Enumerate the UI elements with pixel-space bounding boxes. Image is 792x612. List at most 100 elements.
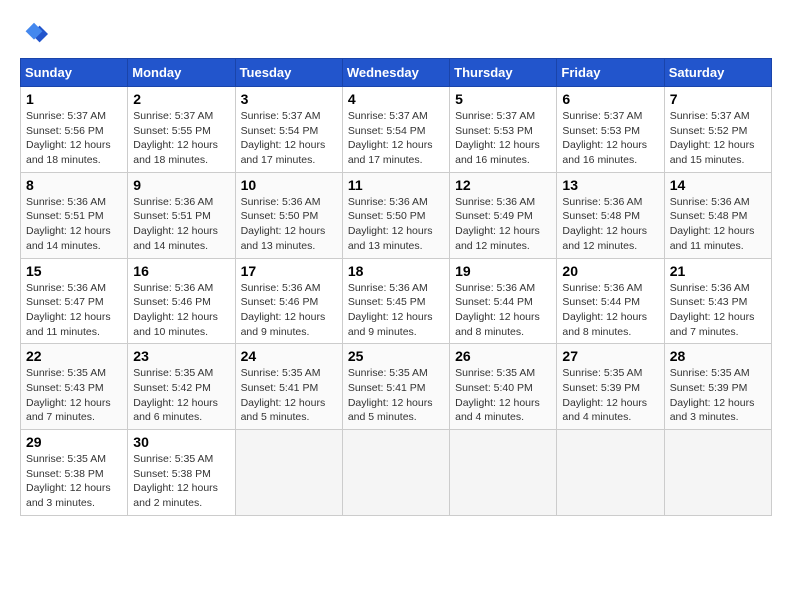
day-number: 1 bbox=[26, 91, 122, 107]
day-details: Sunrise: 5:36 AM Sunset: 5:50 PM Dayligh… bbox=[241, 195, 337, 254]
day-details: Sunrise: 5:37 AM Sunset: 5:53 PM Dayligh… bbox=[455, 109, 551, 168]
calendar-cell: 26 Sunrise: 5:35 AM Sunset: 5:40 PM Dayli… bbox=[450, 344, 557, 430]
week-row-1: 1 Sunrise: 5:37 AM Sunset: 5:56 PM Daylig… bbox=[21, 87, 772, 173]
col-header-sunday: Sunday bbox=[21, 59, 128, 87]
day-details: Sunrise: 5:35 AM Sunset: 5:38 PM Dayligh… bbox=[133, 452, 229, 511]
day-details: Sunrise: 5:35 AM Sunset: 5:39 PM Dayligh… bbox=[562, 366, 658, 425]
day-details: Sunrise: 5:36 AM Sunset: 5:44 PM Dayligh… bbox=[455, 281, 551, 340]
day-number: 2 bbox=[133, 91, 229, 107]
day-number: 22 bbox=[26, 348, 122, 364]
day-details: Sunrise: 5:36 AM Sunset: 5:46 PM Dayligh… bbox=[133, 281, 229, 340]
day-number: 16 bbox=[133, 263, 229, 279]
calendar-cell: 6 Sunrise: 5:37 AM Sunset: 5:53 PM Daylig… bbox=[557, 87, 664, 173]
col-header-tuesday: Tuesday bbox=[235, 59, 342, 87]
day-number: 3 bbox=[241, 91, 337, 107]
calendar-cell: 30 Sunrise: 5:35 AM Sunset: 5:38 PM Dayli… bbox=[128, 430, 235, 516]
calendar-cell bbox=[450, 430, 557, 516]
calendar-cell: 16 Sunrise: 5:36 AM Sunset: 5:46 PM Dayli… bbox=[128, 258, 235, 344]
calendar-cell: 23 Sunrise: 5:35 AM Sunset: 5:42 PM Dayli… bbox=[128, 344, 235, 430]
day-details: Sunrise: 5:35 AM Sunset: 5:41 PM Dayligh… bbox=[348, 366, 444, 425]
calendar-cell bbox=[664, 430, 771, 516]
day-number: 25 bbox=[348, 348, 444, 364]
day-details: Sunrise: 5:35 AM Sunset: 5:43 PM Dayligh… bbox=[26, 366, 122, 425]
logo bbox=[20, 20, 52, 48]
calendar-cell bbox=[342, 430, 449, 516]
calendar-cell: 11 Sunrise: 5:36 AM Sunset: 5:50 PM Dayli… bbox=[342, 172, 449, 258]
day-number: 4 bbox=[348, 91, 444, 107]
day-number: 18 bbox=[348, 263, 444, 279]
calendar-cell: 22 Sunrise: 5:35 AM Sunset: 5:43 PM Dayli… bbox=[21, 344, 128, 430]
day-details: Sunrise: 5:37 AM Sunset: 5:54 PM Dayligh… bbox=[348, 109, 444, 168]
day-details: Sunrise: 5:35 AM Sunset: 5:39 PM Dayligh… bbox=[670, 366, 766, 425]
calendar-cell: 10 Sunrise: 5:36 AM Sunset: 5:50 PM Dayli… bbox=[235, 172, 342, 258]
day-details: Sunrise: 5:37 AM Sunset: 5:52 PM Dayligh… bbox=[670, 109, 766, 168]
day-details: Sunrise: 5:37 AM Sunset: 5:53 PM Dayligh… bbox=[562, 109, 658, 168]
logo-icon bbox=[20, 20, 48, 48]
calendar-cell: 21 Sunrise: 5:36 AM Sunset: 5:43 PM Dayli… bbox=[664, 258, 771, 344]
day-details: Sunrise: 5:36 AM Sunset: 5:49 PM Dayligh… bbox=[455, 195, 551, 254]
day-number: 23 bbox=[133, 348, 229, 364]
day-details: Sunrise: 5:36 AM Sunset: 5:46 PM Dayligh… bbox=[241, 281, 337, 340]
col-header-friday: Friday bbox=[557, 59, 664, 87]
day-number: 12 bbox=[455, 177, 551, 193]
day-details: Sunrise: 5:36 AM Sunset: 5:51 PM Dayligh… bbox=[26, 195, 122, 254]
day-number: 24 bbox=[241, 348, 337, 364]
calendar-cell: 24Sunrise: 5:35 AM Sunset: 5:41 PM Dayli… bbox=[235, 344, 342, 430]
day-number: 11 bbox=[348, 177, 444, 193]
calendar-cell: 9Sunrise: 5:36 AM Sunset: 5:51 PM Daylig… bbox=[128, 172, 235, 258]
day-number: 17 bbox=[241, 263, 337, 279]
day-number: 7 bbox=[670, 91, 766, 107]
day-details: Sunrise: 5:36 AM Sunset: 5:45 PM Dayligh… bbox=[348, 281, 444, 340]
day-details: Sunrise: 5:36 AM Sunset: 5:44 PM Dayligh… bbox=[562, 281, 658, 340]
calendar-cell: 13Sunrise: 5:36 AM Sunset: 5:48 PM Dayli… bbox=[557, 172, 664, 258]
day-details: Sunrise: 5:36 AM Sunset: 5:43 PM Dayligh… bbox=[670, 281, 766, 340]
calendar-cell: 1 Sunrise: 5:37 AM Sunset: 5:56 PM Daylig… bbox=[21, 87, 128, 173]
day-number: 30 bbox=[133, 434, 229, 450]
day-number: 8 bbox=[26, 177, 122, 193]
calendar-cell bbox=[557, 430, 664, 516]
calendar-cell: 17 Sunrise: 5:36 AM Sunset: 5:46 PM Dayli… bbox=[235, 258, 342, 344]
calendar-cell: 15 Sunrise: 5:36 AM Sunset: 5:47 PM Dayli… bbox=[21, 258, 128, 344]
calendar-cell: 19 Sunrise: 5:36 AM Sunset: 5:44 PM Dayli… bbox=[450, 258, 557, 344]
day-number: 13 bbox=[562, 177, 658, 193]
day-number: 27 bbox=[562, 348, 658, 364]
day-details: Sunrise: 5:37 AM Sunset: 5:54 PM Dayligh… bbox=[241, 109, 337, 168]
day-details: Sunrise: 5:35 AM Sunset: 5:38 PM Dayligh… bbox=[26, 452, 122, 511]
header bbox=[20, 20, 772, 48]
day-number: 29 bbox=[26, 434, 122, 450]
day-number: 28 bbox=[670, 348, 766, 364]
day-details: Sunrise: 5:37 AM Sunset: 5:55 PM Dayligh… bbox=[133, 109, 229, 168]
day-number: 6 bbox=[562, 91, 658, 107]
week-row-4: 22 Sunrise: 5:35 AM Sunset: 5:43 PM Dayli… bbox=[21, 344, 772, 430]
day-number: 15 bbox=[26, 263, 122, 279]
week-row-5: 29 Sunrise: 5:35 AM Sunset: 5:38 PM Dayli… bbox=[21, 430, 772, 516]
calendar-cell bbox=[235, 430, 342, 516]
calendar-cell: 12 Sunrise: 5:36 AM Sunset: 5:49 PM Dayli… bbox=[450, 172, 557, 258]
day-details: Sunrise: 5:37 AM Sunset: 5:56 PM Dayligh… bbox=[26, 109, 122, 168]
day-number: 19 bbox=[455, 263, 551, 279]
header-row: SundayMondayTuesdayWednesdayThursdayFrid… bbox=[21, 59, 772, 87]
calendar-cell: 18 Sunrise: 5:36 AM Sunset: 5:45 PM Dayli… bbox=[342, 258, 449, 344]
day-number: 21 bbox=[670, 263, 766, 279]
day-details: Sunrise: 5:35 AM Sunset: 5:40 PM Dayligh… bbox=[455, 366, 551, 425]
day-details: Sunrise: 5:35 AM Sunset: 5:42 PM Dayligh… bbox=[133, 366, 229, 425]
calendar-cell: 20 Sunrise: 5:36 AM Sunset: 5:44 PM Dayli… bbox=[557, 258, 664, 344]
calendar-cell: 25 Sunrise: 5:35 AM Sunset: 5:41 PM Dayli… bbox=[342, 344, 449, 430]
calendar-cell: 2 Sunrise: 5:37 AM Sunset: 5:55 PM Daylig… bbox=[128, 87, 235, 173]
calendar-cell: 7 Sunrise: 5:37 AM Sunset: 5:52 PM Daylig… bbox=[664, 87, 771, 173]
day-details: Sunrise: 5:36 AM Sunset: 5:50 PM Dayligh… bbox=[348, 195, 444, 254]
calendar-table: SundayMondayTuesdayWednesdayThursdayFrid… bbox=[20, 58, 772, 516]
day-details: Sunrise: 5:36 AM Sunset: 5:47 PM Dayligh… bbox=[26, 281, 122, 340]
day-number: 20 bbox=[562, 263, 658, 279]
col-header-saturday: Saturday bbox=[664, 59, 771, 87]
col-header-wednesday: Wednesday bbox=[342, 59, 449, 87]
day-number: 10 bbox=[241, 177, 337, 193]
day-number: 14 bbox=[670, 177, 766, 193]
calendar-cell: 28 Sunrise: 5:35 AM Sunset: 5:39 PM Dayli… bbox=[664, 344, 771, 430]
day-number: 26 bbox=[455, 348, 551, 364]
week-row-2: 8 Sunrise: 5:36 AM Sunset: 5:51 PM Daylig… bbox=[21, 172, 772, 258]
calendar-cell: 5Sunrise: 5:37 AM Sunset: 5:53 PM Daylig… bbox=[450, 87, 557, 173]
calendar-cell: 8 Sunrise: 5:36 AM Sunset: 5:51 PM Daylig… bbox=[21, 172, 128, 258]
day-details: Sunrise: 5:36 AM Sunset: 5:48 PM Dayligh… bbox=[670, 195, 766, 254]
calendar-cell: 29 Sunrise: 5:35 AM Sunset: 5:38 PM Dayli… bbox=[21, 430, 128, 516]
